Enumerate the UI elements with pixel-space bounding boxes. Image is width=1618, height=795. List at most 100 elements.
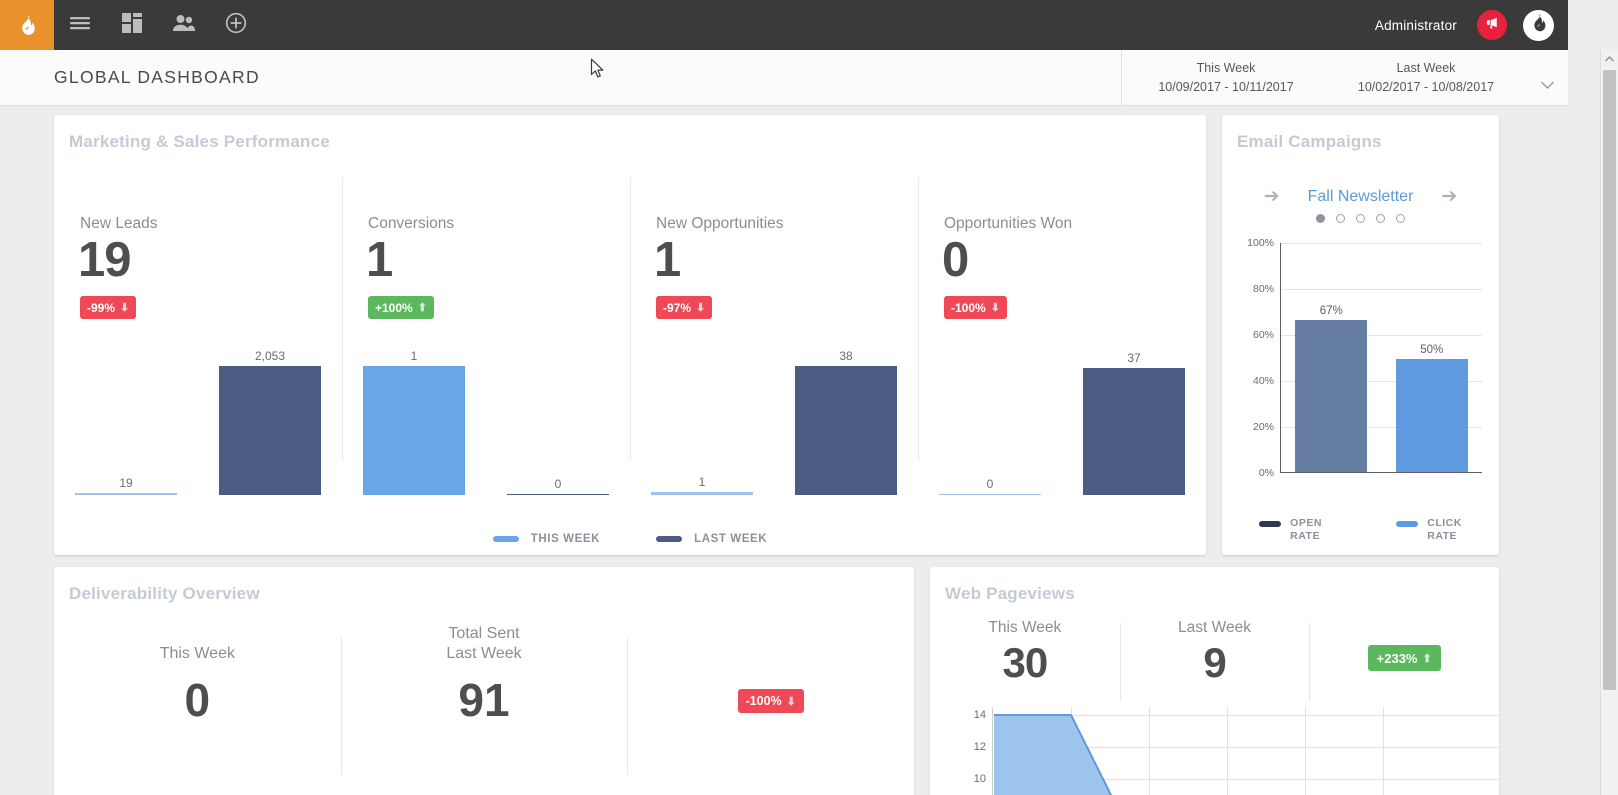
legend-label-line1: CLICK [1427,517,1462,529]
bar-value: 19 [119,476,133,490]
this-week-value: 30 [1002,639,1048,686]
legend-label: THIS WEEK [530,533,601,545]
bar-rect [1083,368,1185,495]
bar-value: 0 [986,476,994,491]
menu-toggle-button[interactable] [54,0,106,50]
y-tick-label: 10 [973,773,986,785]
legend-swatch [656,536,683,542]
carousel-dot[interactable] [1396,214,1405,223]
bar-value: 37 [1127,351,1141,365]
date-range-dropdown-button[interactable] [1526,62,1568,94]
bar-last-week: 0 [507,477,609,495]
bar-this-week: 1 [651,475,753,495]
top-navigation-bar: Administrator [0,0,1568,50]
avatar[interactable] [1523,9,1554,41]
page-scrollbar[interactable] [1600,50,1618,795]
deliverability-last-week: Total Sent Last Week 91 [340,625,628,795]
kpi-mini-chart: 0 37 [918,245,1206,495]
bar-value: 38 [839,349,853,363]
this-week-label: This Week [988,619,1062,636]
bar-this-week: 19 [75,476,177,495]
admin-user-label[interactable]: Administrator [1375,18,1457,33]
y-tick-label: 40% [1252,375,1274,387]
legend-swatch [1259,521,1282,527]
scroll-up-arrow-icon[interactable] [1601,50,1618,67]
arrow-right-icon[interactable]: ➔ [1441,185,1457,208]
last-week-value: 91 [458,674,510,726]
legend-swatch [492,536,519,542]
bar-rect [219,366,321,495]
status-badge: +233% ⬆ [1367,645,1441,671]
email-chart-y-axis: 100% 80% 60% 40% 20% 0% [1240,237,1278,479]
carousel-dot[interactable] [1336,214,1345,223]
deliverability-body: This Week 0 Total Sent Last Week 91 -100… [54,625,914,795]
flame-logo-icon[interactable] [0,0,54,50]
pageviews-area-series [994,714,1113,795]
marketing-sales-card: Marketing & Sales Performance New Leads … [54,115,1206,555]
date-range-selector[interactable]: This Week 10/09/2017 - 10/11/2017 Last W… [1121,50,1568,106]
axis-baseline [1281,471,1482,473]
bar-last-week: 38 [795,349,897,495]
bar-this-week: 1 [363,349,465,495]
pageviews-last-week: Last Week 9 [1119,619,1310,705]
flame-avatar-icon [1528,12,1550,39]
content-right-gutter [1568,50,1600,795]
arrow-left-icon[interactable]: ➔ [1264,185,1280,208]
bar-value: 50% [1420,343,1444,356]
y-tick-label: 14 [973,709,986,721]
kpi-label: New Opportunities [656,215,784,232]
status-badge: -100% ⬇ [737,689,804,713]
legend-item-last-week: LAST WEEK [656,533,767,545]
grid-dashboard-icon [122,12,142,38]
campaign-name[interactable]: Fall Newsletter [1308,188,1414,206]
carousel-dots [1222,214,1499,223]
scrollbar-thumb[interactable] [1603,70,1616,690]
this-week-value: 0 [184,674,211,726]
carousel-dot[interactable] [1356,214,1365,223]
kpi-new-leads: New Leads 19 -99% ⬇ 19 2,053 [54,170,342,555]
nav-icon-group [54,0,262,50]
email-chart-legend: OPEN RATE CLICK RATE [1222,517,1499,543]
email-campaigns-title: Email Campaigns [1237,132,1382,151]
arrow-up-icon: ⬆ [1422,652,1432,665]
dashboard-nav-button[interactable] [106,0,158,50]
legend-label-line1: OPEN [1290,517,1322,529]
bar-value: 67% [1319,304,1343,317]
pageviews-plot [992,707,1499,795]
email-bars: 67% 50% [1281,243,1482,472]
marketing-sales-title: Marketing & Sales Performance [69,132,330,151]
bar-rect [1295,319,1368,472]
bar-rect [651,492,753,495]
kpi-conversions: Conversions 1 +100% ⬆ 1 0 [342,170,630,555]
email-chart-plot: 67% 50% [1280,243,1482,473]
deliverability-this-week: This Week 0 [54,625,341,795]
contacts-nav-button[interactable] [158,0,210,50]
dashboard-app: Administrator GLOBAL DASHBOARD This Week [0,0,1618,795]
deliverability-change: -100% ⬇ [627,625,914,795]
bar-value: 2,053 [254,349,286,363]
y-tick-label: 60% [1252,329,1274,341]
chevron-down-icon [1540,76,1554,93]
pageviews-this-week: This Week 30 [930,619,1120,705]
web-pageviews-summary: This Week 30 Last Week 9 +233% ⬆ [930,619,1499,705]
last-week-value: 9 [1203,639,1226,686]
add-nav-button[interactable] [210,0,262,50]
dashboard-content: Marketing & Sales Performance New Leads … [0,107,1568,795]
this-week-range[interactable]: This Week 10/09/2017 - 10/11/2017 [1126,59,1326,97]
legend-swatch [1396,521,1419,527]
kpi-mini-chart: 19 2,053 [54,245,342,495]
web-pageviews-card: Web Pageviews This Week 30 Last Week 9 +… [930,567,1499,795]
legend-label-line2: RATE [1427,530,1458,542]
last-week-range[interactable]: Last Week 10/02/2017 - 10/08/2017 [1326,59,1526,97]
carousel-dot[interactable] [1376,214,1385,223]
megaphone-icon [1485,15,1500,35]
this-week-label: This Week [159,645,235,662]
last-week-label: Last Week [1396,61,1456,75]
bar-last-week: 2,053 [219,349,321,495]
carousel-dot[interactable] [1316,214,1325,223]
notifications-button[interactable] [1477,10,1507,40]
this-week-value: 10/09/2017 - 10/11/2017 [1158,80,1294,94]
y-tick-label: 20% [1252,421,1274,433]
email-rate-chart: 100% 80% 60% 40% 20% 0% 67% 50% [1240,237,1482,479]
pageviews-y-axis: 14 12 10 [960,707,990,795]
